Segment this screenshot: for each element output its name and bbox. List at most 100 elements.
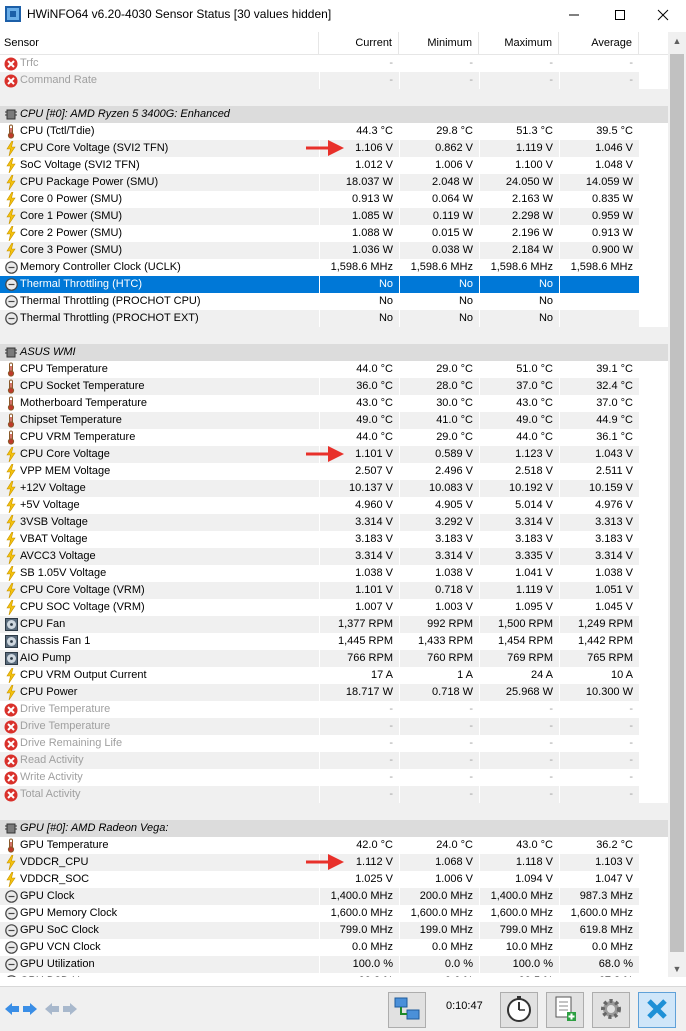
sensor-row[interactable]: CPU SOC Voltage (VRM) 1.007 V 1.003 V 1.095… bbox=[0, 599, 668, 616]
sensor-row[interactable]: CPU Power 18.717 W 0.718 W 25.968 W 10.300 W bbox=[0, 684, 668, 701]
sensor-row[interactable]: Total Activity - - - - bbox=[0, 786, 668, 803]
close-sensors-button[interactable] bbox=[638, 992, 676, 1028]
minimize-button[interactable] bbox=[551, 0, 597, 29]
log-file-button[interactable] bbox=[546, 992, 584, 1028]
maximum-value: 1.100 V bbox=[479, 157, 559, 174]
sensor-group-header[interactable]: CPU [#0]: AMD Ryzen 5 3400G: Enhanced bbox=[0, 106, 668, 123]
sensor-row[interactable]: CPU Socket Temperature 36.0 °C 28.0 °C 37.0… bbox=[0, 378, 668, 395]
sensor-row[interactable]: GPU Memory Clock 1,600.0 MHz 1,600.0 MHz 1,… bbox=[0, 905, 668, 922]
sensor-row[interactable]: GPU VCN Clock 0.0 MHz 0.0 MHz 10.0 MHz 0.0 M… bbox=[0, 939, 668, 956]
sensor-row[interactable]: Core 2 Power (SMU) 1.088 W 0.015 W 2.196 W0… bbox=[0, 225, 668, 242]
current-value: 18.037 W bbox=[319, 174, 399, 191]
maximize-button[interactable] bbox=[597, 0, 643, 29]
settings-button[interactable] bbox=[592, 992, 630, 1028]
sensor-row[interactable]: CPU Core Voltage (SVI2 TFN) 1.106 V 0.862 … bbox=[0, 140, 668, 157]
minimum-value: 0.6 % bbox=[399, 973, 479, 977]
sensor-row[interactable]: Motherboard Temperature 43.0 °C 30.0 °C 43.… bbox=[0, 395, 668, 412]
sensor-row[interactable]: Drive Remaining Life - - - - bbox=[0, 735, 668, 752]
average-value: 3.183 V bbox=[559, 531, 639, 548]
sensor-row[interactable]: Chipset Temperature 49.0 °C 41.0 °C 49.0 °C… bbox=[0, 412, 668, 429]
bolt-icon bbox=[4, 515, 18, 530]
empty-cell bbox=[639, 174, 668, 191]
nav-collapse-icon[interactable] bbox=[44, 1001, 78, 1020]
sensor-row[interactable]: GPU D3D Usage 99.3 %0.6 %99.5 %67.8 % bbox=[0, 973, 668, 977]
maximum-value: 37.0 °C bbox=[479, 378, 559, 395]
header-current[interactable]: Current bbox=[319, 32, 399, 54]
sensor-row[interactable]: VBAT Voltage 3.183 V 3.183 V 3.183 V 3.183 V bbox=[0, 531, 668, 548]
sensor-label: Core 1 Power (SMU) bbox=[20, 210, 123, 222]
sensor-row[interactable]: CPU VRM Output Current 17 A1 A 24 A 10 A bbox=[0, 667, 668, 684]
current-value: 1.038 V bbox=[319, 565, 399, 582]
sensor-row[interactable]: Write Activity - - - - bbox=[0, 769, 668, 786]
maximum-value: 3.335 V bbox=[479, 548, 559, 565]
sensor-row[interactable]: AVCC3 Voltage 3.314 V 3.314 V 3.335 V 3.314 … bbox=[0, 548, 668, 565]
sensor-row[interactable]: SoC Voltage (SVI2 TFN) 1.012 V 1.006 V 1.10… bbox=[0, 157, 668, 174]
minimum-value: - bbox=[399, 55, 479, 72]
sensor-row[interactable]: 3VSB Voltage 3.314 V 3.292 V 3.314 V 3.313 V bbox=[0, 514, 668, 531]
minimum-value: 1,598.6 MHz bbox=[399, 259, 479, 276]
header-minimum[interactable]: Minimum bbox=[399, 32, 479, 54]
sensor-row[interactable]: GPU Utilization 100.0 % 0.0 % 100.0 % 68.0 % bbox=[0, 956, 668, 973]
clock-reset-button[interactable] bbox=[500, 992, 538, 1028]
sensor-row[interactable]: Chassis Fan 1 1,445 RPM 1,433 RPM 1,454 RPM… bbox=[0, 633, 668, 650]
scroll-down-arrow-icon[interactable]: ▼ bbox=[668, 960, 686, 977]
sensor-row[interactable]: Thermal Throttling (PROCHOT CPU) No No No bbox=[0, 293, 668, 310]
sensor-row[interactable]: Drive Temperature - - - - bbox=[0, 701, 668, 718]
sensor-row[interactable]: CPU VRM Temperature 44.0 °C 29.0 °C 44.0 °C… bbox=[0, 429, 668, 446]
sensor-row[interactable]: Drive Temperature - - - - bbox=[0, 718, 668, 735]
sensor-row[interactable]: Memory Controller Clock (UCLK) 1,598.6 MH… bbox=[0, 259, 668, 276]
sensor-row[interactable]: CPU Package Power (SMU) 18.037 W 2.048 W 24… bbox=[0, 174, 668, 191]
header-sensor[interactable]: Sensor bbox=[0, 32, 319, 54]
network-button[interactable] bbox=[388, 992, 426, 1028]
maximum-value: 1.094 V bbox=[479, 871, 559, 888]
minimum-value: 1.006 V bbox=[399, 157, 479, 174]
average-value: 1.046 V bbox=[559, 140, 639, 157]
sensor-row[interactable]: GPU Temperature 42.0 °C 24.0 °C 43.0 °C 36.2… bbox=[0, 837, 668, 854]
bolt-icon bbox=[4, 498, 18, 513]
sensor-row[interactable]: VDDCR_SOC 1.025 V 1.006 V 1.094 V 1.047 V bbox=[0, 871, 668, 888]
sensor-label: GPU VCN Clock bbox=[20, 941, 101, 953]
vertical-scrollbar[interactable]: ▲ ▼ bbox=[668, 32, 686, 977]
close-window-button[interactable] bbox=[640, 0, 686, 29]
maximum-value: 2.518 V bbox=[479, 463, 559, 480]
sensor-row[interactable]: Trfc - - - - bbox=[0, 55, 668, 72]
sensor-label: Chassis Fan 1 bbox=[20, 635, 91, 647]
scroll-up-arrow-icon[interactable]: ▲ bbox=[668, 32, 686, 49]
sensor-row[interactable]: VDDCR_CPU 1.112 V 1.068 V 1.118 V 1.103 V bbox=[0, 854, 668, 871]
sensor-row[interactable]: Thermal Throttling (HTC) No No No bbox=[0, 276, 668, 293]
empty-cell bbox=[639, 735, 668, 752]
sensor-row[interactable]: Read Activity - - - - bbox=[0, 752, 668, 769]
minimum-value: 0.0 % bbox=[399, 956, 479, 973]
sensor-row[interactable]: CPU Temperature 44.0 °C 29.0 °C 51.0 °C 39.1… bbox=[0, 361, 668, 378]
sensor-row[interactable]: AIO Pump 766 RPM 760 RPM 769 RPM 765 RPM bbox=[0, 650, 668, 667]
sensor-row[interactable]: CPU Core Voltage 1.101 V 0.589 V 1.123 V 1.0… bbox=[0, 446, 668, 463]
nav-left-right-icon[interactable] bbox=[4, 1001, 38, 1020]
sensor-row[interactable]: +12V Voltage 10.137 V 10.083 V 10.192 V 10.1… bbox=[0, 480, 668, 497]
sensor-row[interactable]: GPU SoC Clock 799.0 MHz 199.0 MHz 799.0 MHz… bbox=[0, 922, 668, 939]
sensor-row[interactable]: CPU Fan 1,377 RPM 992 RPM 1,500 RPM 1,249 RP… bbox=[0, 616, 668, 633]
spacer-row bbox=[0, 327, 668, 344]
sensor-group-header[interactable]: ASUS WMI bbox=[0, 344, 668, 361]
sensor-row[interactable]: VPP MEM Voltage 2.507 V 2.496 V 2.518 V 2.51… bbox=[0, 463, 668, 480]
minimum-value: 0.718 W bbox=[399, 684, 479, 701]
scrollbar-thumb[interactable] bbox=[670, 54, 684, 952]
sensor-row[interactable]: Command Rate - - - - bbox=[0, 72, 668, 89]
sensor-row[interactable]: CPU (Tctl/Tdie) 44.3 °C 29.8 °C 51.3 °C 39.5… bbox=[0, 123, 668, 140]
gear-icon bbox=[597, 995, 625, 1026]
average-value: 32.4 °C bbox=[559, 378, 639, 395]
sensor-row[interactable]: Thermal Throttling (PROCHOT EXT) No No No bbox=[0, 310, 668, 327]
sensor-row[interactable]: +5V Voltage 4.960 V 4.905 V 5.014 V 4.976 V bbox=[0, 497, 668, 514]
current-value: 1,598.6 MHz bbox=[319, 259, 399, 276]
sensor-row[interactable]: GPU Clock 1,400.0 MHz 200.0 MHz 1,400.0 MHz… bbox=[0, 888, 668, 905]
sensor-label: CPU Power bbox=[20, 686, 78, 698]
sensor-row[interactable]: CPU Core Voltage (VRM) 1.101 V 0.718 V 1.11… bbox=[0, 582, 668, 599]
average-value: - bbox=[559, 701, 639, 718]
sensor-row[interactable]: Core 1 Power (SMU) 1.085 W 0.119 W 2.298 W0… bbox=[0, 208, 668, 225]
header-maximum[interactable]: Maximum bbox=[479, 32, 559, 54]
sensor-row[interactable]: SB 1.05V Voltage 1.038 V 1.038 V 1.041 V 1.0… bbox=[0, 565, 668, 582]
header-average[interactable]: Average bbox=[559, 32, 639, 54]
sensor-row[interactable]: Core 0 Power (SMU) 0.913 W 0.064 W 2.163 W0… bbox=[0, 191, 668, 208]
sensor-row[interactable]: Core 3 Power (SMU) 1.036 W 0.038 W 2.184 W0… bbox=[0, 242, 668, 259]
sensor-group-header[interactable]: GPU [#0]: AMD Radeon Vega: bbox=[0, 820, 668, 837]
empty-cell bbox=[639, 837, 668, 854]
